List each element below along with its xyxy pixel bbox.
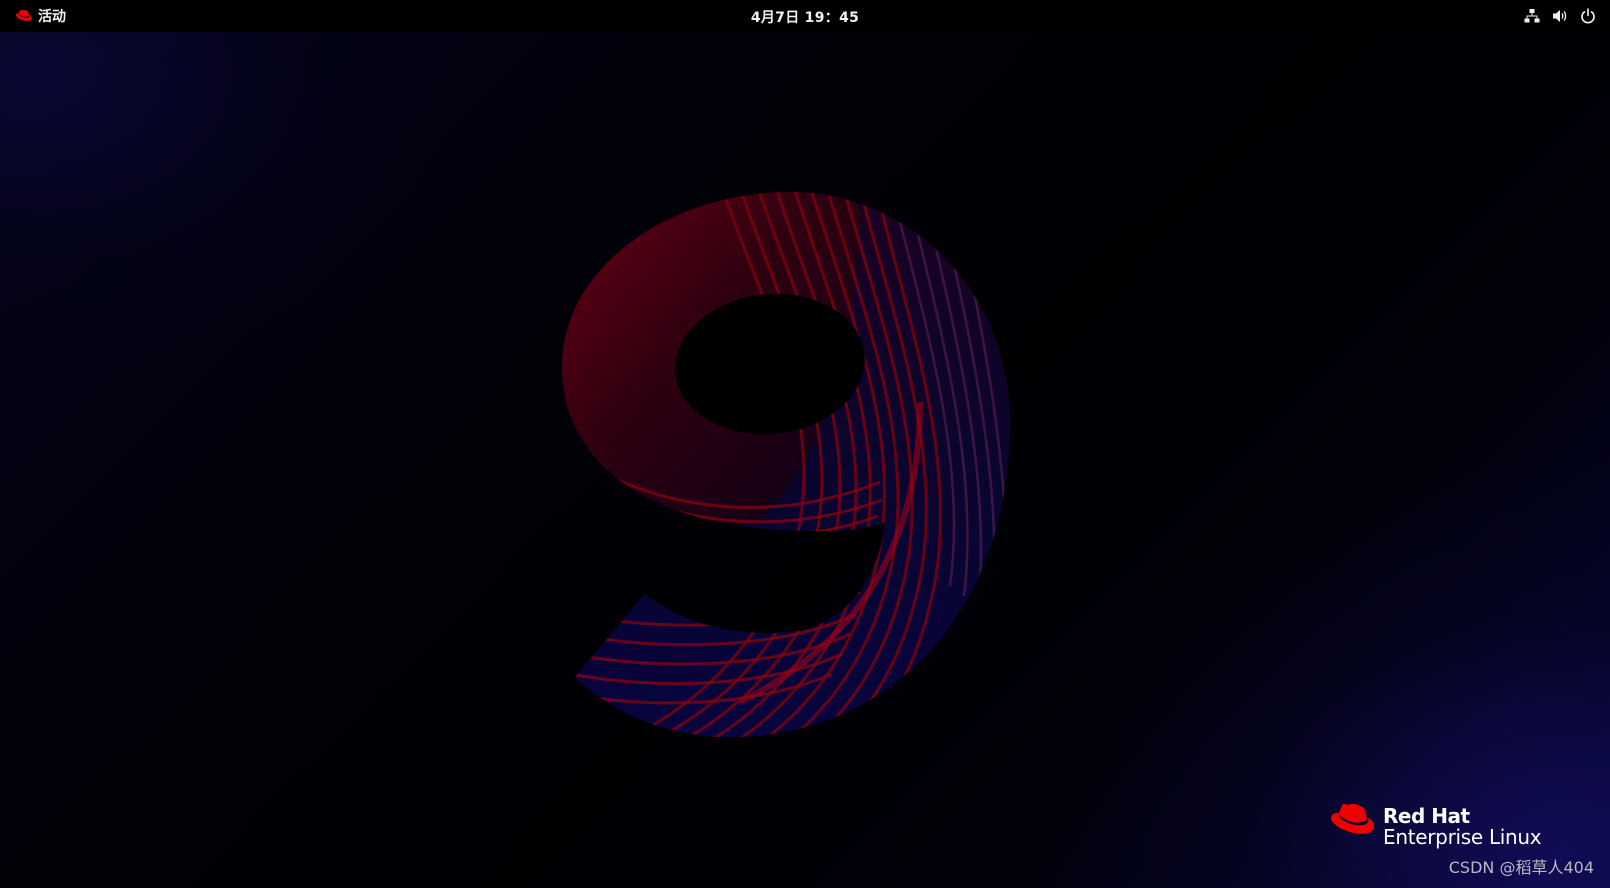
redhat-brand-logo: Red Hat Enterprise Linux bbox=[1331, 804, 1542, 849]
date-time-label[interactable]: 4月7日 19：45 bbox=[751, 10, 859, 26]
brand-product: Enterprise Linux bbox=[1383, 825, 1542, 849]
volume-icon[interactable] bbox=[1552, 8, 1568, 24]
redhat-hat-icon bbox=[1331, 804, 1375, 834]
clock: 4月7日 19：45 bbox=[0, 7, 1610, 27]
watermark: CSDN @稻草人404 bbox=[1448, 858, 1594, 877]
rhel9-wallpaper-graphic bbox=[562, 192, 1010, 738]
desktop-wallpaper[interactable]: Red Hat Enterprise Linux CSDN @稻草人404 bbox=[0, 32, 1610, 888]
system-tray bbox=[1524, 6, 1596, 26]
top-bar: 活动 4月7日 19：45 bbox=[0, 0, 1610, 32]
power-icon[interactable] bbox=[1580, 8, 1596, 24]
network-icon[interactable] bbox=[1524, 8, 1540, 24]
brand-name: Red Hat bbox=[1383, 804, 1470, 828]
